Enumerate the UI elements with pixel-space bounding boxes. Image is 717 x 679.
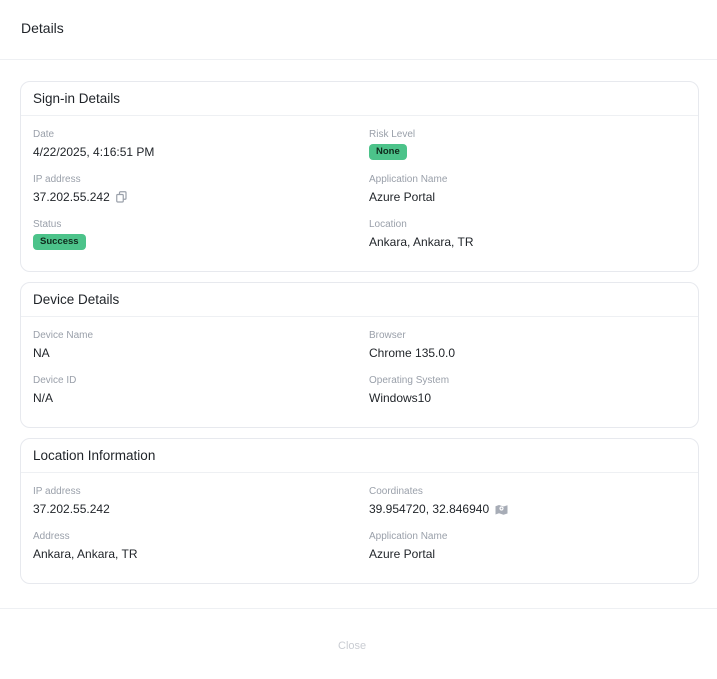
location-application-value: Azure Portal [369,547,436,561]
coordinates-value: 39.954720, 32.846940 [369,502,490,516]
status-label: Status [33,219,62,230]
signin-details-card: Sign-in Details Date 4/22/2025, 4:16:51 … [20,81,699,272]
location-label: Location [369,219,407,230]
status-field: Status Success [33,218,369,263]
operating-system-field: Operating System Windows10 [369,374,686,419]
ip-address-field: IP address 37.202.55.242 [33,173,369,218]
device-id-field: Device ID N/A [33,374,369,419]
details-dialog: Details Sign-in Details Date 4/22/2025, … [0,0,717,678]
ip-address-value: 37.202.55.242 [33,190,110,204]
address-field: Address Ankara, Ankara, TR [33,530,369,575]
operating-system-label: Operating System [369,375,450,386]
risk-level-label: Risk Level [369,129,416,140]
location-application-field: Application Name Azure Portal [369,530,686,575]
location-ip-field: IP address 37.202.55.242 [33,485,369,530]
date-label: Date [33,129,55,140]
address-label: Address [33,531,70,542]
copy-icon[interactable] [115,191,127,203]
dialog-body[interactable]: Sign-in Details Date 4/22/2025, 4:16:51 … [0,60,717,584]
location-ip-label: IP address [33,486,81,497]
date-value: 4/22/2025, 4:16:51 PM [33,145,155,159]
device-id-label: Device ID [33,375,77,386]
dialog-title: Details [21,20,64,36]
device-name-value: NA [33,346,50,360]
operating-system-value: Windows10 [369,391,432,405]
location-field: Location Ankara, Ankara, TR [369,218,686,263]
browser-field: Browser Chrome 135.0.0 [369,329,686,374]
address-value: Ankara, Ankara, TR [33,547,138,561]
risk-level-field: Risk Level None [369,128,686,173]
location-information-card: Location Information IP address 37.202.5… [20,438,699,584]
location-ip-value: 37.202.55.242 [33,502,110,516]
signin-details-title: Sign-in Details [21,82,698,116]
coordinates-field: Coordinates 39.954720, 32.846940 [369,485,686,530]
date-field: Date 4/22/2025, 4:16:51 PM [33,128,369,173]
location-application-label: Application Name [369,531,448,542]
dialog-header: Details [0,0,717,60]
risk-level-badge: None [369,144,407,160]
application-name-field: Application Name Azure Portal [369,173,686,218]
browser-label: Browser [369,330,406,341]
map-icon[interactable] [495,504,508,515]
device-name-field: Device Name NA [33,329,369,374]
device-id-value: N/A [33,391,54,405]
location-value: Ankara, Ankara, TR [369,235,474,249]
device-details-card: Device Details Device Name NA Browser Ch… [20,282,699,428]
application-name-value: Azure Portal [369,190,436,204]
dialog-footer: Close [0,608,717,679]
location-information-title: Location Information [21,439,698,473]
browser-value: Chrome 135.0.0 [369,346,456,360]
ip-address-label: IP address [33,174,81,185]
status-badge: Success [33,234,86,250]
coordinates-label: Coordinates [369,486,423,497]
application-name-label: Application Name [369,174,448,185]
device-name-label: Device Name [33,330,94,341]
device-details-title: Device Details [21,283,698,317]
close-button[interactable]: Close [338,640,366,652]
